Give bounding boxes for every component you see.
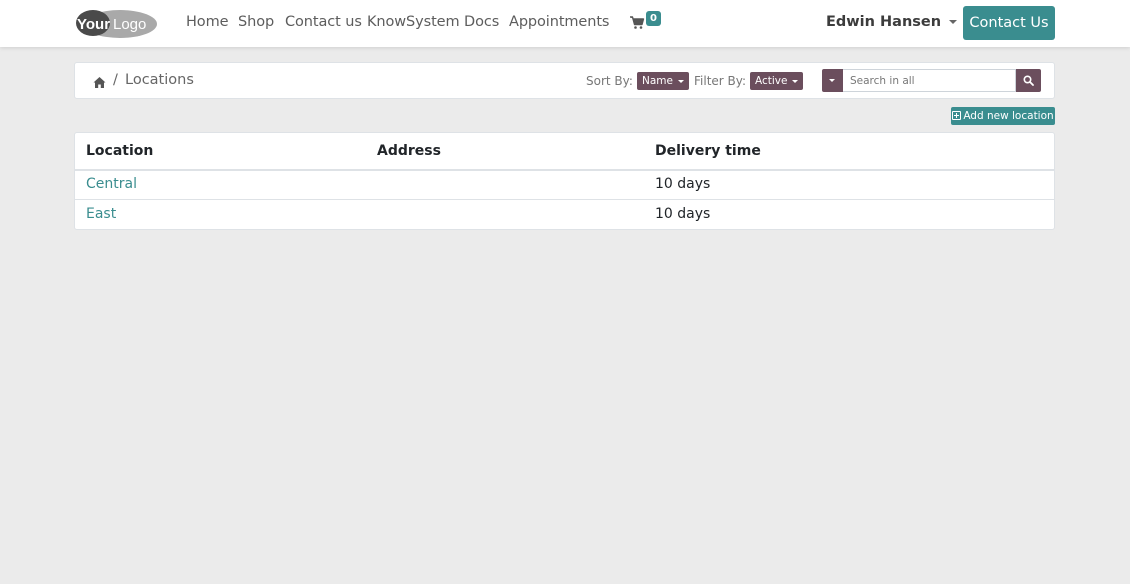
column-header-address: Address (377, 143, 441, 159)
search-icon (1023, 75, 1034, 86)
add-new-location-button[interactable]: Add new location (951, 107, 1055, 125)
nav-shop[interactable]: Shop (238, 14, 274, 30)
nav-home[interactable]: Home (186, 14, 229, 30)
nav-contact-us[interactable]: Contact us (285, 14, 362, 30)
shopping-cart-icon[interactable] (629, 14, 645, 30)
sort-value: Name (642, 75, 673, 87)
breadcrumb-bar: / Locations Sort By: Name Filter By: Act… (74, 62, 1055, 99)
locations-table: Location Address Delivery time Central 1… (74, 132, 1055, 230)
breadcrumb-separator: / (113, 72, 118, 88)
chevron-down-icon (829, 79, 835, 82)
search-scope-dropdown[interactable] (822, 69, 843, 92)
location-link[interactable]: Central (86, 176, 137, 192)
table-header-divider (75, 169, 1054, 171)
filter-dropdown[interactable]: Active (750, 72, 804, 90)
svg-text:Logo: Logo (113, 16, 146, 33)
sort-label: Sort By: (586, 74, 633, 88)
sort-dropdown[interactable]: Name (637, 72, 689, 90)
plus-square-icon (952, 111, 962, 120)
search-button[interactable] (1016, 69, 1041, 92)
column-header-delivery-time: Delivery time (655, 143, 761, 159)
breadcrumb-current: Locations (125, 72, 194, 88)
delivery-time-cell: 10 days (655, 176, 711, 192)
top-navbar: Your Logo Home Shop Contact us KnowSyste… (0, 0, 1130, 47)
add-button-label: Add new location (963, 110, 1054, 122)
home-icon[interactable] (93, 74, 106, 88)
contact-us-button[interactable]: Contact Us (963, 6, 1055, 40)
location-link[interactable]: East (86, 206, 116, 222)
user-name: Edwin Hansen (826, 14, 942, 30)
chevron-down-icon (792, 79, 799, 83)
chevron-down-icon (677, 79, 684, 83)
svg-text:Your: Your (77, 16, 110, 33)
user-menu[interactable]: Edwin Hansen (826, 14, 958, 30)
nav-docs[interactable]: Docs (464, 14, 499, 30)
column-header-location: Location (86, 143, 154, 159)
nav-appointments[interactable]: Appointments (509, 14, 609, 30)
chevron-down-icon (949, 20, 958, 24)
delivery-time-cell: 10 days (655, 206, 711, 222)
search-input[interactable] (843, 69, 1016, 92)
row-divider (75, 199, 1054, 200)
cart-count-badge: 0 (646, 11, 661, 26)
nav-knowsystem[interactable]: KnowSystem (367, 14, 460, 30)
filter-value: Active (755, 75, 788, 87)
brand-logo[interactable]: Your Logo (73, 8, 158, 40)
filter-label: Filter By: (694, 74, 747, 88)
